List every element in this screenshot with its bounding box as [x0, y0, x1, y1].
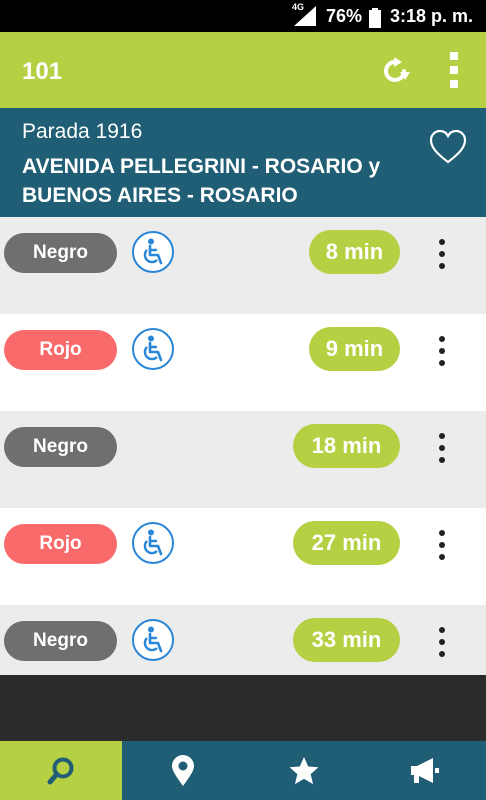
page-title: 101: [22, 58, 63, 85]
tab-announcements[interactable]: [364, 741, 486, 800]
battery-icon: [369, 8, 381, 28]
line-badge: Negro: [4, 233, 117, 273]
wheelchair-icon: [132, 328, 174, 370]
more-vert-icon[interactable]: [440, 50, 470, 90]
list-item[interactable]: Negro 33 min: [0, 605, 486, 675]
search-icon: [47, 757, 74, 784]
tab-map[interactable]: [122, 741, 243, 800]
list-item[interactable]: Negro 8 min: [0, 217, 486, 314]
list-item[interactable]: Negro 18 min: [0, 411, 486, 508]
line-badge: Negro: [4, 621, 117, 661]
refresh-icon[interactable]: [380, 56, 410, 86]
line-badge: Rojo: [4, 330, 117, 370]
wheelchair-icon: [132, 231, 174, 273]
more-vert-icon[interactable]: [432, 237, 452, 271]
more-vert-icon[interactable]: [432, 528, 452, 562]
bottom-nav: [0, 741, 486, 800]
more-vert-icon[interactable]: [432, 334, 452, 368]
eta-badge: 9 min: [309, 327, 400, 371]
stop-number: Parada 1916: [22, 120, 143, 143]
location-pin-icon: [171, 754, 194, 786]
wheelchair-icon: [132, 619, 174, 661]
megaphone-icon: [411, 757, 439, 783]
stop-name: AVENIDA PELLEGRINI - ROSARIO y BUENOS AI…: [22, 155, 381, 207]
signal-icon: [294, 6, 316, 26]
line-badge: Rojo: [4, 524, 117, 564]
stop-header: Parada 1916 AVENIDA PELLEGRINI - ROSARIO…: [0, 108, 486, 217]
eta-badge: 8 min: [309, 230, 400, 274]
star-icon: [289, 756, 318, 784]
status-bar: 4G 76% 3:18 p. m.: [0, 0, 486, 32]
tab-search[interactable]: [0, 741, 122, 800]
wheelchair-icon: [132, 522, 174, 564]
more-vert-icon[interactable]: [432, 431, 452, 465]
line-badge: Negro: [4, 427, 117, 467]
heart-outline-icon[interactable]: [428, 128, 468, 168]
app-bar: 101: [0, 32, 486, 108]
more-vert-icon[interactable]: [432, 625, 452, 659]
empty-area: [0, 675, 486, 741]
eta-badge: 27 min: [293, 521, 400, 565]
clock: 3:18 p. m.: [390, 6, 474, 26]
battery-percent: 76%: [326, 6, 363, 26]
list-item[interactable]: Rojo 9 min: [0, 314, 486, 411]
list-item[interactable]: Rojo 27 min: [0, 508, 486, 605]
eta-badge: 18 min: [293, 424, 400, 468]
eta-badge: 33 min: [293, 618, 400, 662]
tab-favorites[interactable]: [243, 741, 364, 800]
